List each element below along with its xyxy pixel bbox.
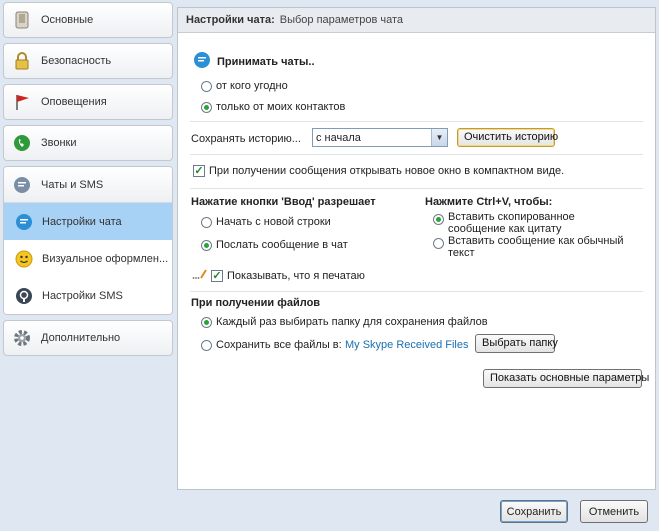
cancel-button[interactable]: Отменить	[580, 500, 648, 523]
radio-button[interactable]	[201, 339, 212, 351]
panel-header: Настройки чата: Выбор параметров чата	[178, 8, 655, 33]
radio-button[interactable]	[201, 80, 212, 92]
ctrl-v-plain-radio[interactable]: Вставить сообщение как обычный текст	[433, 235, 633, 259]
radio-button[interactable]	[201, 239, 212, 251]
enter-newline-radio[interactable]: Начать с новой строки	[201, 216, 331, 228]
settings-panel: Настройки чата: Выбор параметров чата Пр…	[177, 7, 656, 490]
sidebar-item-label: Настройки SMS	[42, 289, 123, 302]
radio-button[interactable]	[201, 316, 212, 328]
files-ask-radio[interactable]: Каждый раз выбирать папку для сохранения…	[201, 316, 488, 328]
red-flag-icon	[12, 92, 32, 112]
compact-window-checkbox[interactable]: ✓	[193, 165, 205, 177]
radio-button[interactable]	[201, 101, 212, 113]
green-phone-icon	[12, 133, 32, 153]
radio-button[interactable]	[433, 214, 444, 225]
phone-settings-icon	[12, 10, 32, 30]
smiley-icon	[14, 249, 34, 269]
ctrl-v-quote-radio[interactable]: Вставить скопированное сообщение как цит…	[433, 211, 633, 235]
save-button[interactable]: Сохранить	[500, 500, 568, 523]
show-basic-settings-button[interactable]: Показать основные параметры	[483, 369, 649, 388]
sidebar-group-chats: Чаты и SMS Настройки чата Визуальное офо…	[3, 166, 173, 315]
files-save-all-label: Сохранить все файлы в:	[216, 339, 342, 351]
files-ask-label: Каждый раз выбирать папку для сохранения…	[216, 316, 488, 328]
sidebar-item-label: Основные	[41, 14, 94, 26]
accept-chats-heading-row: Принимать чаты..	[193, 51, 315, 72]
compact-window-checkbox-row[interactable]: ✓ При получении сообщения открывать ново…	[193, 165, 564, 177]
chat-bubble-icon	[193, 51, 211, 72]
radio-button[interactable]	[433, 238, 444, 249]
page-subtitle: Выбор параметров чата	[279, 14, 404, 26]
enter-send-label: Послать сообщение в чат	[216, 239, 348, 251]
sms-icon	[14, 286, 34, 306]
divider	[190, 291, 643, 292]
accept-anyone-label: от кого угодно	[216, 80, 288, 92]
files-heading: При получении файлов	[191, 297, 321, 309]
ctrl-v-heading: Нажмите Ctrl+V, чтобы:	[425, 196, 553, 208]
sidebar: Основные Безопасность Оповещения Звонки …	[3, 2, 173, 361]
sidebar-item-chat-settings[interactable]: Настройки чата	[4, 203, 172, 240]
divider	[190, 188, 643, 189]
accept-anyone-radio[interactable]: от кого угодно	[201, 80, 288, 92]
sidebar-item-advanced[interactable]: Дополнительно	[3, 320, 173, 356]
sidebar-item-label: Оповещения	[41, 96, 107, 108]
gear-icon	[12, 328, 32, 348]
sidebar-item-label: Чаты и SMS	[41, 178, 104, 191]
sidebar-item-security[interactable]: Безопасность	[3, 43, 173, 79]
ctrl-v-quote-label: Вставить скопированное сообщение как цит…	[448, 211, 575, 235]
typing-label: Показывать, что я печатаю	[227, 269, 365, 282]
enter-key-heading: Нажатие кнопки 'Ввод' разрешает	[191, 196, 376, 208]
sidebar-item-chats-sms[interactable]: Чаты и SMS	[4, 167, 172, 203]
chat-bubble-icon	[12, 175, 32, 195]
sidebar-item-label: Дополнительно	[41, 332, 121, 344]
sidebar-item-label: Настройки чата	[42, 215, 122, 228]
sidebar-item-general[interactable]: Основные	[3, 2, 173, 38]
chevron-down-icon[interactable]: ▼	[431, 129, 447, 146]
files-save-all-radio[interactable]: Сохранить все файлы в:	[201, 339, 342, 351]
enter-send-radio[interactable]: Послать сообщение в чат	[201, 239, 348, 251]
typing-checkbox[interactable]: ✓	[211, 269, 223, 282]
sidebar-item-calls[interactable]: Звонки	[3, 125, 173, 161]
sidebar-item-notifications[interactable]: Оповещения	[3, 84, 173, 120]
divider	[190, 121, 643, 122]
accept-contacts-label: только от моих контактов	[216, 101, 346, 113]
cancel-button-label: Отменить	[588, 505, 640, 518]
accept-chats-heading: Принимать чаты..	[217, 55, 315, 68]
sidebar-item-sms-settings[interactable]: Настройки SMS	[4, 277, 172, 314]
history-select[interactable]: с начала ▼	[312, 128, 448, 147]
typing-indicator-row[interactable]: ✓ Показывать, что я печатаю	[192, 268, 365, 283]
sidebar-item-label: Звонки	[41, 137, 77, 149]
sidebar-item-label: Безопасность	[41, 55, 112, 67]
enter-newline-label: Начать с новой строки	[216, 216, 331, 228]
sidebar-item-visual-style[interactable]: Визуальное оформлен...	[4, 240, 172, 277]
compact-window-label: При получении сообщения открывать новое …	[209, 165, 565, 177]
pencil-icon	[192, 268, 208, 283]
lock-icon	[12, 51, 32, 71]
page-title: Настройки чата:	[186, 14, 275, 26]
history-label: Сохранять историю...	[191, 133, 301, 145]
accept-contacts-radio[interactable]: только от моих контактов	[201, 101, 345, 113]
clear-history-button[interactable]: Очистить историю	[457, 128, 558, 147]
radio-button[interactable]	[201, 216, 212, 228]
chat-bubble-icon	[14, 212, 34, 232]
divider	[190, 154, 643, 155]
history-select-value: с начала	[316, 131, 361, 144]
sidebar-item-label: Визуальное оформлен...	[42, 252, 169, 265]
ctrl-v-plain-label: Вставить сообщение как обычный текст	[448, 235, 624, 259]
received-files-folder-link[interactable]: My Skype Received Files	[345, 339, 469, 351]
choose-folder-button[interactable]: Выбрать папку	[475, 334, 558, 353]
save-button-label: Сохранить	[506, 505, 562, 518]
